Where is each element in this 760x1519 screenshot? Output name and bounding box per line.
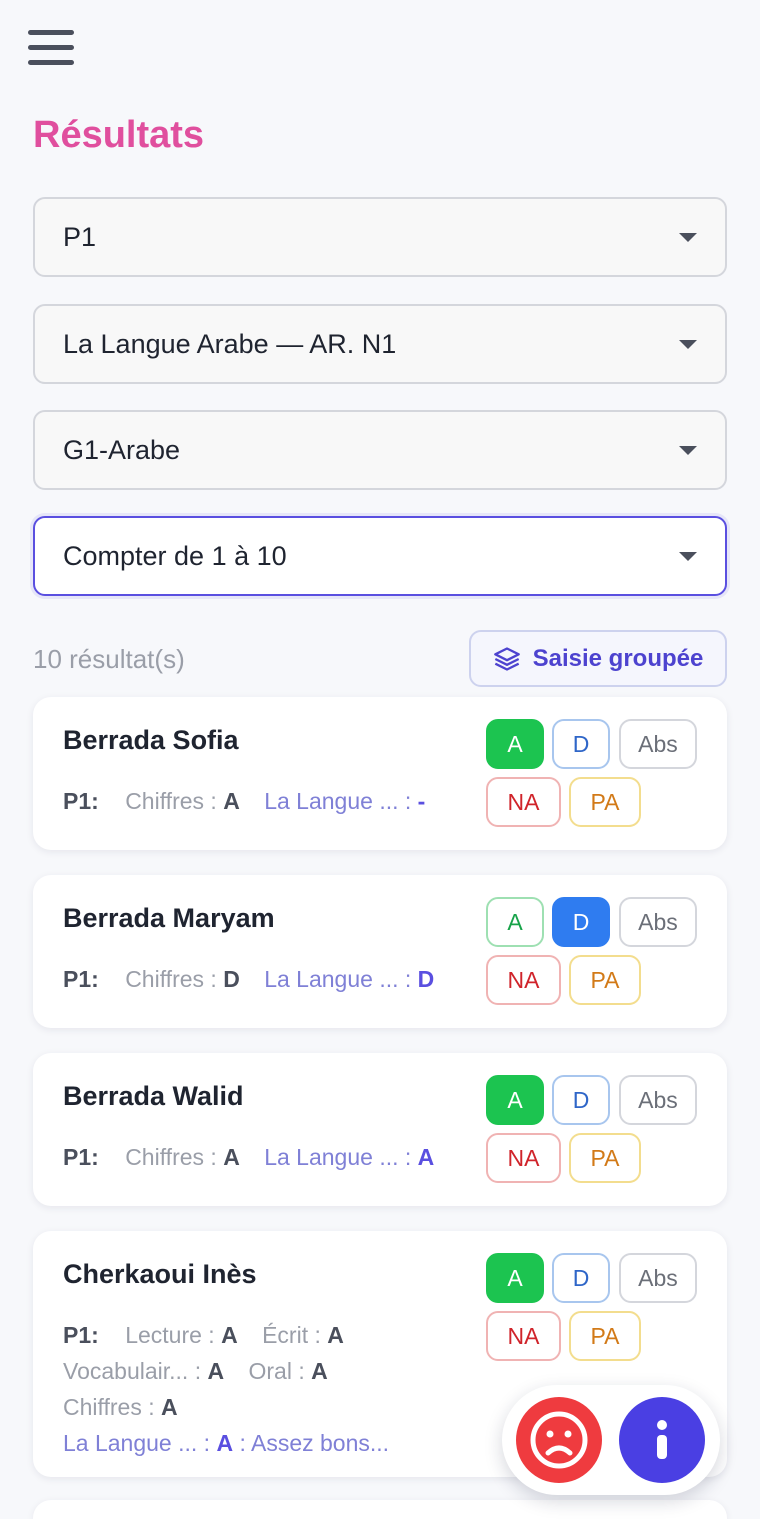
grade-na-button[interactable]: NA <box>486 777 561 827</box>
chevron-down-icon <box>679 445 697 455</box>
period-label: P1: <box>63 788 99 814</box>
absent-button[interactable]: Abs <box>619 1253 697 1303</box>
competence-select[interactable]: Compter de 1 à 10 <box>33 516 727 596</box>
student-name: Berrada Sofia <box>63 725 239 755</box>
grade-pa-button[interactable]: PA <box>569 955 641 1005</box>
grade-item: Chiffres : A <box>125 788 240 814</box>
period-label: P1: <box>63 966 99 992</box>
grade-na-button[interactable]: NA <box>486 1133 561 1183</box>
sad-face-button[interactable] <box>516 1397 602 1483</box>
student-card: Berrada Sofia P1: Chiffres : A La Langue… <box>33 697 727 850</box>
grade-item: Chiffres : A <box>125 1144 240 1170</box>
chevron-down-icon <box>679 232 697 242</box>
grade-item: Écrit : A <box>262 1322 344 1348</box>
student-name: Cherkaoui Inès <box>63 1259 257 1289</box>
language-grade: La Langue ... : - <box>264 788 426 814</box>
language-grade: La Langue ... : A : Assez bons... <box>63 1430 390 1456</box>
grade-a-button[interactable]: A <box>486 719 544 769</box>
floating-actions <box>502 1385 720 1495</box>
grade-d-button[interactable]: D <box>552 897 610 947</box>
grade-item: Chiffres : D <box>125 966 240 992</box>
grade-a-button[interactable]: A <box>486 1075 544 1125</box>
grade-na-button[interactable]: NA <box>486 955 561 1005</box>
grade-na-button[interactable]: NA <box>486 1311 561 1361</box>
layers-icon <box>493 646 520 671</box>
student-card-partial <box>33 1500 727 1519</box>
subject-select-value: La Langue Arabe — AR. N1 <box>63 328 397 359</box>
info-button[interactable] <box>619 1397 705 1483</box>
student-card: Berrada Walid P1: Chiffres : A La Langue… <box>33 1053 727 1206</box>
language-grade: La Langue ... : A <box>264 1144 435 1170</box>
grade-d-button[interactable]: D <box>552 1075 610 1125</box>
period-select-value: P1 <box>63 221 97 252</box>
menu-icon[interactable] <box>28 30 74 70</box>
period-label: P1: <box>63 1144 99 1170</box>
student-grades: P1: Lecture : A Écrit : A Vocabulair... … <box>63 1317 473 1461</box>
student-grades: P1: Chiffres : A La Langue ... : - <box>63 783 473 819</box>
student-name: Berrada Walid <box>63 1081 244 1111</box>
period-label: P1: <box>63 1322 99 1348</box>
grade-item: Lecture : A <box>125 1322 238 1348</box>
student-name: Berrada Maryam <box>63 903 275 933</box>
student-card: Berrada Maryam P1: Chiffres : D La Langu… <box>33 875 727 1028</box>
student-grades: P1: Chiffres : A La Langue ... : A <box>63 1139 473 1175</box>
grade-d-button[interactable]: D <box>552 719 610 769</box>
grade-comment: : Assez bons... <box>233 1430 390 1456</box>
grade-pa-button[interactable]: PA <box>569 1133 641 1183</box>
sad-face-icon <box>530 1411 588 1469</box>
absent-button[interactable]: Abs <box>619 719 697 769</box>
grade-item: Chiffres : A <box>63 1394 178 1420</box>
period-select[interactable]: P1 <box>33 197 727 277</box>
group-select-value: G1-Arabe <box>63 434 181 465</box>
absent-button[interactable]: Abs <box>619 897 697 947</box>
subject-select[interactable]: La Langue Arabe — AR. N1 <box>33 304 727 384</box>
grade-item: Oral : A <box>248 1358 328 1384</box>
language-grade: La Langue ... : D <box>264 966 435 992</box>
grade-d-button[interactable]: D <box>552 1253 610 1303</box>
grade-a-button[interactable]: A <box>486 897 544 947</box>
results-count: 10 résultat(s) <box>33 644 185 674</box>
grade-a-button[interactable]: A <box>486 1253 544 1303</box>
grouped-entry-button[interactable]: Saisie groupée <box>469 630 727 687</box>
grade-pa-button[interactable]: PA <box>569 1311 641 1361</box>
grade-item: Vocabulair... : A <box>63 1358 225 1384</box>
grade-pa-button[interactable]: PA <box>569 777 641 827</box>
chevron-down-icon <box>679 551 697 561</box>
grouped-entry-label: Saisie groupée <box>532 644 704 672</box>
group-select[interactable]: G1-Arabe <box>33 410 727 490</box>
info-icon <box>657 1420 667 1459</box>
absent-button[interactable]: Abs <box>619 1075 697 1125</box>
student-grades: P1: Chiffres : D La Langue ... : D <box>63 961 473 997</box>
page-title: Résultats <box>33 114 205 156</box>
chevron-down-icon <box>679 339 697 349</box>
competence-select-value: Compter de 1 à 10 <box>63 540 287 571</box>
